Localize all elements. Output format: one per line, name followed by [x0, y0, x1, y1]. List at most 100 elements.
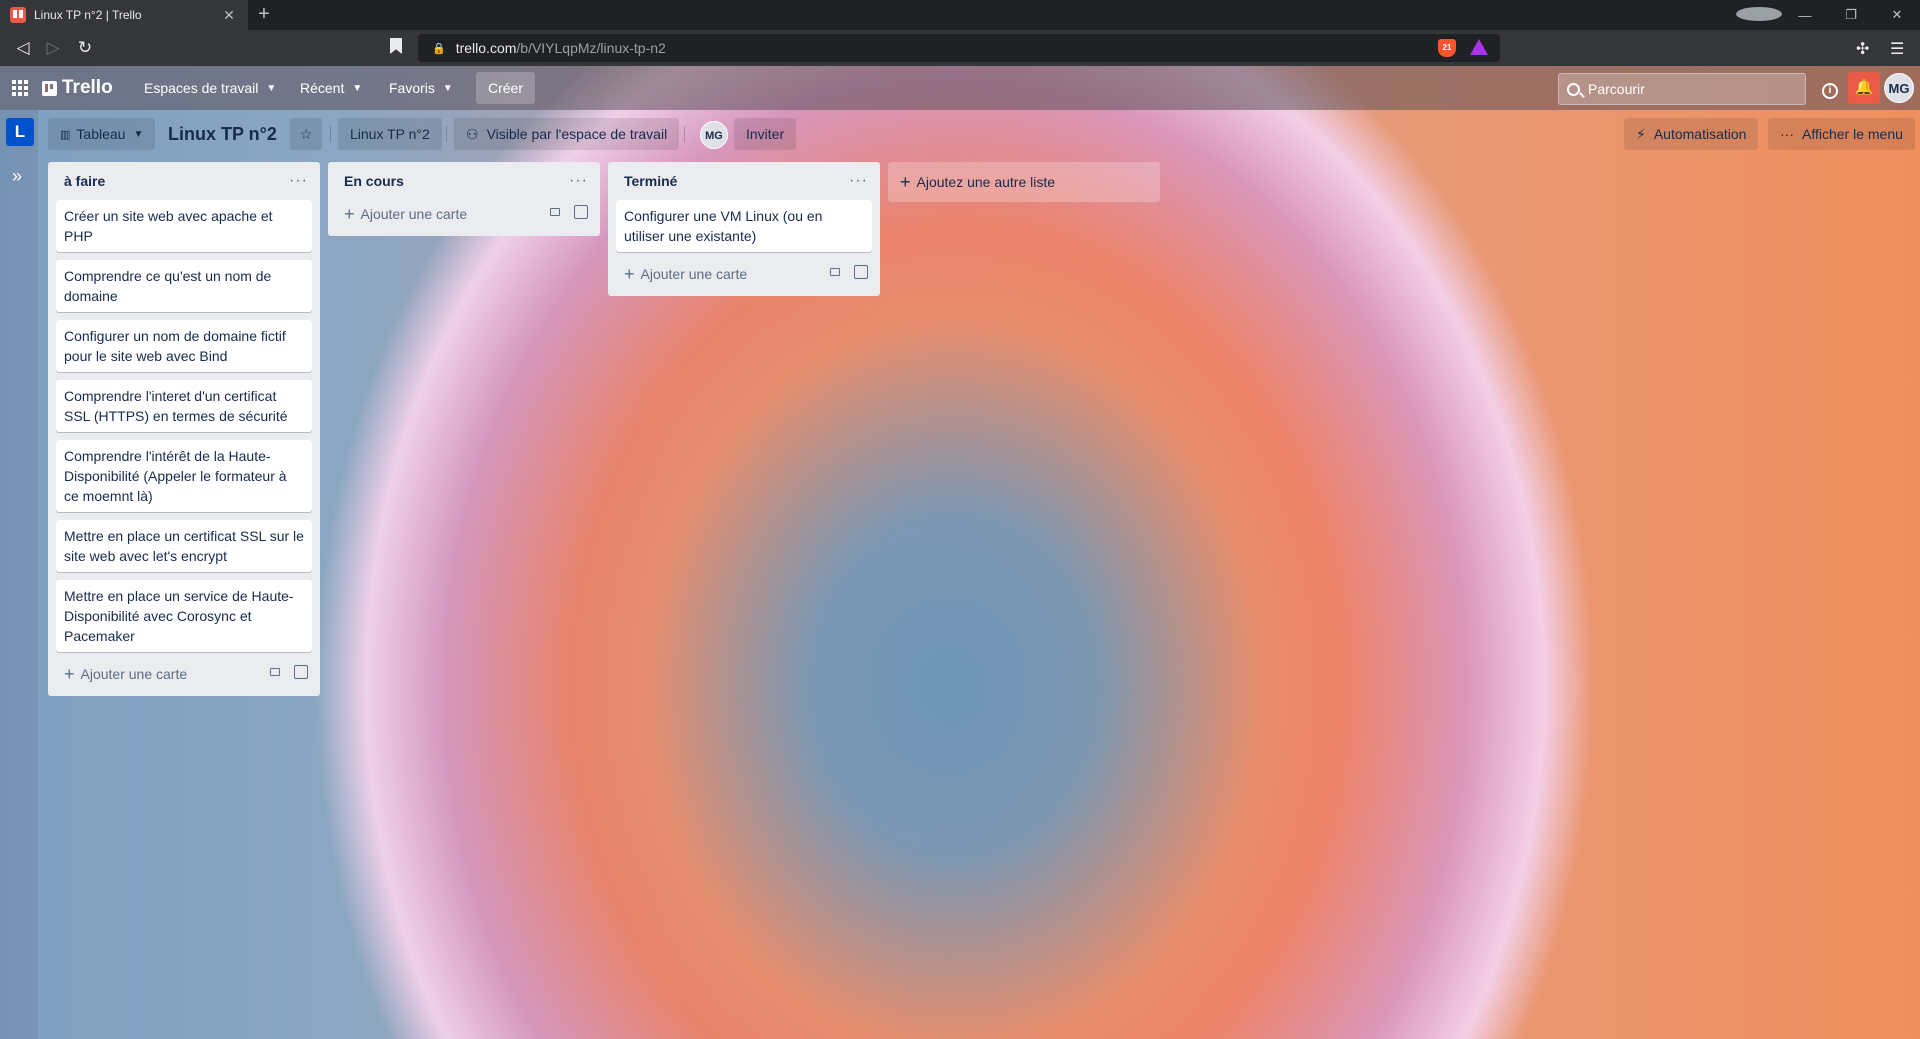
add-card-button[interactable]: + Ajouter une carte: [336, 200, 592, 228]
search-placeholder: Parcourir: [1588, 81, 1645, 97]
add-list-button[interactable]: + Ajoutez une autre liste: [888, 162, 1160, 202]
lightning-icon: ⚡: [1636, 125, 1646, 142]
list-a-faire: à faire ··· Créer un site web avec apach…: [48, 162, 320, 696]
view-label: Tableau: [76, 126, 126, 142]
add-card-label: Ajouter une carte: [640, 266, 748, 282]
divider: [330, 126, 331, 142]
star-icon: ☆: [299, 125, 313, 142]
brave-shields-icon[interactable]: 21: [1438, 39, 1456, 57]
window-controls: — ❐ ✕: [1736, 0, 1920, 30]
visibility-label: Visible par l'espace de travail: [486, 126, 668, 142]
user-avatar[interactable]: MG: [1884, 73, 1914, 103]
brave-rewards-icon[interactable]: [1470, 39, 1488, 55]
browser-tab[interactable]: Linux TP n°2 | Trello ✕: [0, 0, 248, 30]
list-menu-icon[interactable]: ···: [569, 172, 588, 190]
add-list-label: Ajoutez une autre liste: [916, 174, 1056, 190]
browser-tabbar: Linux TP n°2 | Trello ✕ + — ❐ ✕: [0, 0, 1920, 30]
camera-icon[interactable]: [830, 268, 840, 276]
add-card-button[interactable]: + Ajouter une carte: [56, 660, 312, 688]
board-view-icon: ▥: [60, 128, 71, 141]
create-button[interactable]: Créer: [476, 72, 536, 104]
board-header: L ▥ Tableau ▼ Linux TP n°2 ☆ Linux TP n°…: [0, 110, 1920, 156]
plus-icon: +: [900, 171, 911, 192]
search-icon: [1567, 82, 1580, 96]
notifications-button[interactable]: 🔔: [1848, 72, 1880, 104]
minimize-button[interactable]: —: [1782, 8, 1828, 23]
extensions-icon[interactable]: ✣: [1856, 39, 1869, 59]
bell-icon: 🔔: [1854, 79, 1874, 96]
list-en-cours: En cours ··· + Ajouter une carte: [328, 162, 600, 236]
more-icon: ···: [1780, 126, 1794, 142]
card[interactable]: Mettre en place un certificat SSL sur le…: [56, 520, 312, 572]
menu-favorites[interactable]: Favoris ▼: [383, 74, 459, 102]
add-card-label: Ajouter une carte: [80, 666, 188, 682]
list-title[interactable]: Terminé: [624, 173, 677, 189]
add-card-button[interactable]: + Ajouter une carte: [616, 260, 872, 288]
card[interactable]: Créer un site web avec apache et PHP: [56, 200, 312, 252]
app-switcher-icon[interactable]: [12, 80, 28, 96]
trello-logo-icon: [42, 80, 57, 96]
info-button[interactable]: i: [1816, 75, 1844, 103]
template-icon[interactable]: [574, 205, 588, 219]
browser-menu-icon[interactable]: ☰: [1890, 39, 1904, 59]
bookmark-icon[interactable]: [390, 38, 402, 54]
forward-icon[interactable]: ▷: [40, 36, 66, 60]
card[interactable]: Comprendre l'interet d'un certificat SSL…: [56, 380, 312, 432]
restore-button[interactable]: ❐: [1828, 7, 1874, 23]
card[interactable]: Comprendre ce qu'est un nom de domaine: [56, 260, 312, 312]
show-menu-label: Afficher le menu: [1802, 126, 1903, 142]
plus-icon: +: [344, 203, 355, 224]
list-title[interactable]: En cours: [344, 173, 404, 189]
invite-button[interactable]: Inviter: [734, 118, 797, 150]
trello-logo[interactable]: Trello: [42, 77, 113, 99]
star-button[interactable]: ☆: [290, 118, 322, 150]
card[interactable]: Configurer un nom de domaine fictif pour…: [56, 320, 312, 372]
list-menu-icon[interactable]: ···: [289, 172, 308, 190]
url-path: /b/VIYLqpMz/linux-tp-n2: [516, 40, 666, 56]
workspace-button[interactable]: Linux TP n°2: [338, 118, 442, 150]
automation-button[interactable]: ⚡ Automatisation: [1624, 118, 1759, 150]
list-menu-icon[interactable]: ···: [849, 172, 868, 190]
expand-sidebar-icon[interactable]: »: [12, 166, 22, 187]
divider: [684, 126, 685, 142]
logo-text: Trello: [62, 77, 113, 98]
show-menu-button[interactable]: ··· Afficher le menu: [1768, 118, 1915, 150]
plus-icon: +: [624, 263, 635, 284]
browser-toolbar: ◁ ▷ ↻ 🔒 trello.com/b/VIYLqpMz/linux-tp-n…: [0, 30, 1920, 66]
reload-icon[interactable]: ↻: [72, 36, 98, 60]
divider: [446, 126, 447, 142]
new-tab-button[interactable]: +: [252, 3, 276, 27]
view-switcher-button[interactable]: ▥ Tableau ▼: [48, 118, 156, 150]
member-avatar[interactable]: MG: [700, 121, 728, 149]
tab-close-icon[interactable]: ✕: [220, 7, 238, 24]
tab-search-icon[interactable]: [1736, 6, 1782, 24]
chevron-down-icon: ▼: [266, 82, 277, 94]
card[interactable]: Mettre en place un service de Haute-Disp…: [56, 580, 312, 652]
back-icon[interactable]: ◁: [10, 36, 36, 60]
list-termine: Terminé ··· Configurer une VM Linux (ou …: [608, 162, 880, 296]
card[interactable]: Configurer une VM Linux (ou en utiliser …: [616, 200, 872, 252]
add-card-label: Ajouter une carte: [360, 206, 468, 222]
tab-title: Linux TP n°2 | Trello: [34, 8, 142, 22]
close-window-button[interactable]: ✕: [1874, 7, 1920, 23]
board-canvas: Trello Espaces de travail ▼ Récent ▼ Favor…: [0, 66, 1920, 1039]
menu-workspaces[interactable]: Espaces de travail ▼: [138, 74, 282, 102]
search-input[interactable]: Parcourir: [1558, 73, 1806, 105]
chevron-down-icon: ▼: [352, 82, 363, 94]
template-icon[interactable]: [854, 265, 868, 279]
workspace-badge[interactable]: L: [6, 118, 34, 146]
camera-icon[interactable]: [270, 668, 280, 676]
template-icon[interactable]: [294, 665, 308, 679]
card[interactable]: Comprendre l'intérêt de la Haute-Disponi…: [56, 440, 312, 512]
workspace-sidebar: [0, 110, 38, 1039]
menu-recent[interactable]: Récent ▼: [294, 74, 368, 102]
url-host: trello.com: [455, 40, 517, 56]
board-title[interactable]: Linux TP n°2: [160, 118, 285, 150]
menu-recent-label: Récent: [300, 80, 345, 96]
visibility-button[interactable]: ⚇ Visible par l'espace de travail: [454, 118, 680, 150]
camera-icon[interactable]: [550, 208, 560, 216]
address-bar[interactable]: 🔒 trello.com/b/VIYLqpMz/linux-tp-n2 21: [418, 34, 1500, 62]
menu-favorites-label: Favoris: [389, 80, 435, 96]
lock-icon: 🔒: [432, 42, 446, 55]
list-title[interactable]: à faire: [64, 173, 105, 189]
